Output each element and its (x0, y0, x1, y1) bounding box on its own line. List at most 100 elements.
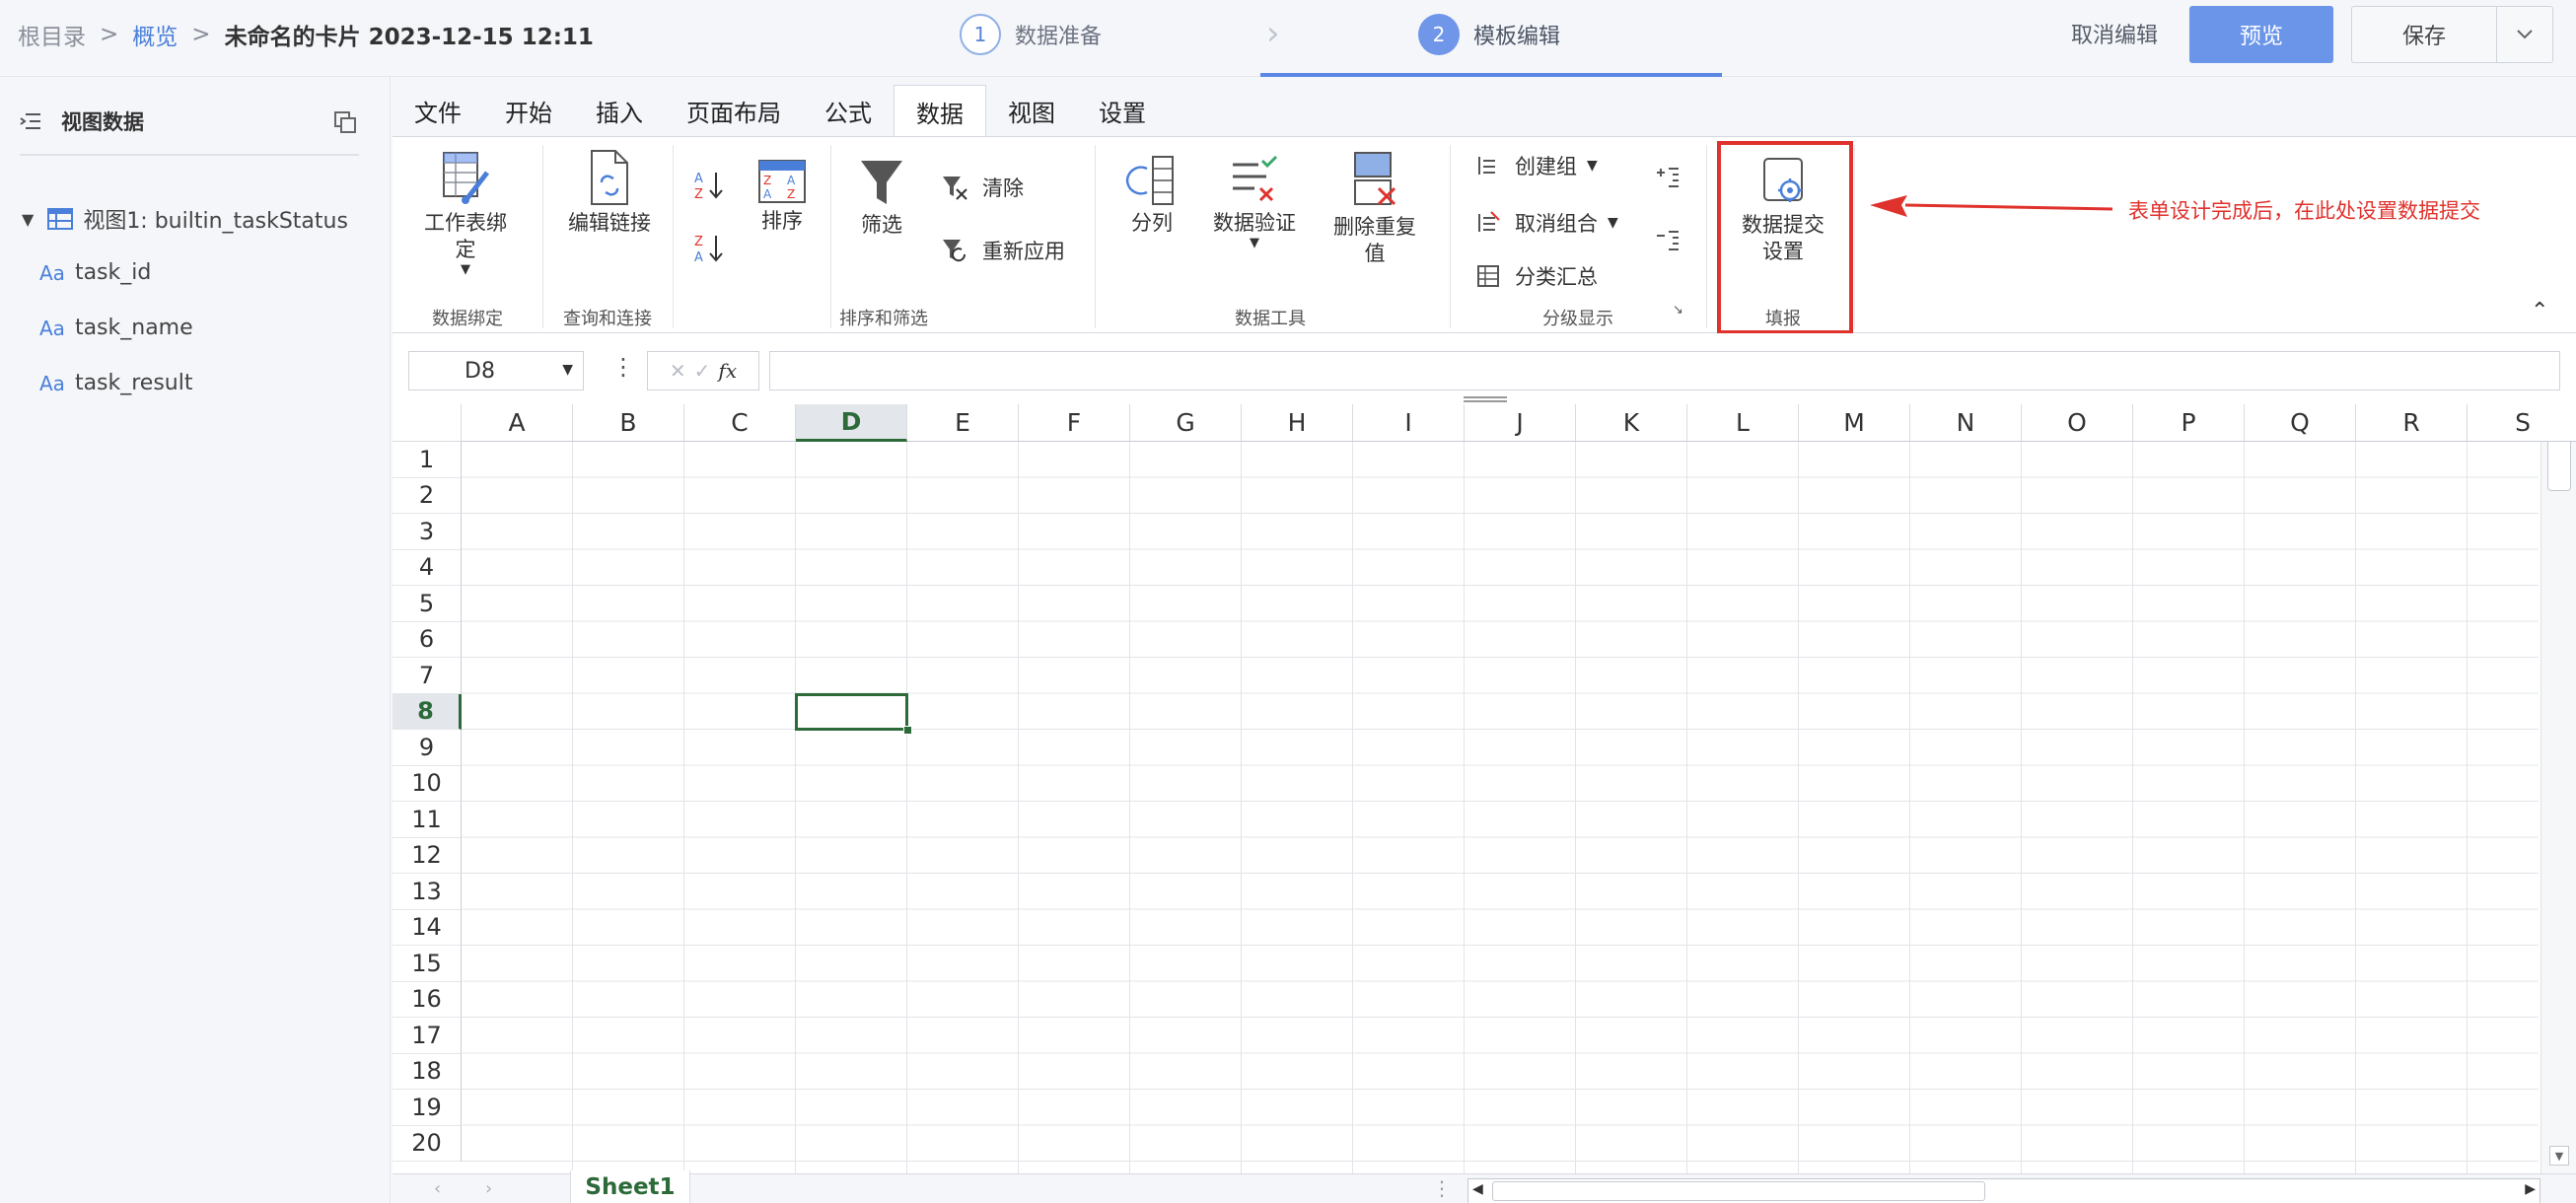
more-vertical-icon[interactable]: ⋮ (1432, 1176, 1452, 1200)
dialog-launcher-icon[interactable]: ↘ (1673, 303, 1683, 318)
column-header[interactable]: O (2022, 404, 2133, 442)
column-header[interactable]: H (1242, 404, 1353, 442)
row-header[interactable]: 13 (393, 874, 462, 910)
row-header[interactable]: 19 (393, 1090, 462, 1126)
column-header[interactable]: Q (2245, 404, 2356, 442)
column-header[interactable]: B (573, 404, 684, 442)
vertical-scrollbar[interactable]: ▲ ▼ (2540, 404, 2576, 1173)
scroll-left-icon[interactable]: ◀ (1472, 1181, 1483, 1197)
row-header[interactable]: 15 (393, 946, 462, 982)
hide-detail-icon[interactable] (1655, 228, 1682, 255)
column-header[interactable]: F (1019, 404, 1130, 442)
row-header[interactable]: 9 (393, 730, 462, 766)
column-header[interactable]: I (1353, 404, 1465, 442)
data-validation-button[interactable]: 数据验证 ▼ (1207, 155, 1302, 250)
prev-sheet-icon[interactable]: ‹ (434, 1178, 441, 1199)
row-header[interactable]: 17 (393, 1018, 462, 1054)
column-header[interactable]: G (1130, 404, 1242, 442)
row-header[interactable]: 16 (393, 981, 462, 1018)
select-all-corner[interactable] (393, 404, 462, 442)
row-header[interactable]: 3 (393, 514, 462, 550)
row-header[interactable]: 1 (393, 442, 462, 478)
column-header[interactable]: P (2133, 404, 2245, 442)
tab-data[interactable]: 数据 (894, 85, 986, 137)
insert-function-icon[interactable]: fx (718, 359, 737, 383)
ungroup-button[interactable]: 取消组合 ▼ (1475, 208, 1618, 238)
dropdown-caret-icon[interactable]: ▼ (1608, 215, 1618, 231)
scroll-thumb[interactable] (1492, 1181, 1985, 1201)
fill-handle[interactable] (903, 726, 912, 735)
tab-page-layout[interactable]: 页面布局 (665, 85, 803, 136)
column-header[interactable]: A (462, 404, 573, 442)
resize-handle[interactable] (1464, 396, 1507, 402)
scroll-down-icon[interactable]: ▼ (2549, 1146, 2569, 1166)
column-header[interactable]: S (2468, 404, 2576, 442)
scroll-right-icon[interactable]: ▶ (2525, 1181, 2536, 1197)
dropdown-caret-icon[interactable]: ▼ (562, 362, 573, 378)
column-header[interactable]: L (1687, 404, 1799, 442)
horizontal-scrollbar[interactable]: ◀ ▶ (1467, 1178, 2540, 1203)
tab-formulas[interactable]: 公式 (803, 85, 894, 136)
row-header[interactable]: 14 (393, 909, 462, 946)
row-header[interactable]: 20 (393, 1125, 462, 1162)
next-sheet-icon[interactable]: › (485, 1178, 492, 1199)
column-header[interactable]: D (796, 404, 907, 442)
collapse-ribbon-icon[interactable]: ⌃ (2531, 299, 2548, 323)
bind-sheet-button[interactable]: 工作表绑 定 ▼ (418, 149, 513, 277)
dropdown-caret-icon[interactable]: ▼ (1587, 158, 1598, 174)
column-header[interactable]: M (1799, 404, 1910, 442)
row-header[interactable]: 7 (393, 658, 462, 694)
clear-filter-button[interactable]: 清除 (941, 173, 1024, 202)
column-header[interactable]: E (907, 404, 1019, 442)
row-header[interactable]: 4 (393, 549, 462, 586)
tab-settings[interactable]: 设置 (1077, 85, 1168, 136)
step-data-prep[interactable]: 1 数据准备 (960, 14, 1102, 55)
row-header[interactable]: 12 (393, 837, 462, 874)
reapply-filter-button[interactable]: 重新应用 (941, 236, 1065, 265)
list-icon[interactable] (20, 111, 41, 131)
create-group-button[interactable]: 创建组 ▼ (1475, 151, 1598, 180)
breadcrumb-overview[interactable]: 概览 (132, 18, 178, 51)
sidebar-field-task-name[interactable]: Aa task_name (39, 316, 193, 340)
active-cell[interactable] (795, 692, 912, 735)
filter-button[interactable]: 筛选 (844, 159, 919, 239)
column-header[interactable]: R (2356, 404, 2468, 442)
sidebar-field-task-result[interactable]: Aa task_result (39, 371, 193, 395)
tab-home[interactable]: 开始 (483, 85, 574, 136)
save-dropdown-button[interactable] (2496, 6, 2553, 63)
row-header[interactable]: 18 (393, 1053, 462, 1090)
save-button[interactable]: 保存 (2351, 6, 2497, 63)
cell-area[interactable] (462, 442, 2539, 1173)
row-header[interactable]: 2 (393, 477, 462, 514)
tab-view[interactable]: 视图 (986, 85, 1077, 136)
sidebar-view-item[interactable]: ▼ 视图1: builtin_taskStatus (22, 203, 348, 235)
row-header[interactable]: 5 (393, 586, 462, 622)
formula-input[interactable] (769, 351, 2560, 390)
subtotal-button[interactable]: 分类汇总 (1475, 261, 1598, 291)
cancel-formula-icon[interactable]: ✕ (670, 359, 686, 383)
more-vertical-icon[interactable]: ⋮ (611, 353, 635, 381)
sort-ascending-icon[interactable]: AZ (692, 169, 726, 202)
remove-duplicates-button[interactable]: 删除重复 值 (1325, 151, 1424, 267)
cell-reference-box[interactable]: D8 ▼ (408, 351, 584, 390)
step-template-edit[interactable]: 2 模板编辑 (1418, 14, 1560, 55)
show-detail-icon[interactable] (1655, 165, 1682, 192)
breadcrumb-root[interactable]: 根目录 (18, 18, 86, 51)
expand-triangle-icon[interactable]: ▼ (22, 210, 34, 229)
column-header[interactable]: C (684, 404, 796, 442)
copy-icon[interactable] (333, 110, 357, 134)
tab-file[interactable]: 文件 (393, 85, 483, 136)
sort-descending-icon[interactable]: ZA (692, 232, 726, 265)
sheet-tab[interactable]: Sheet1 (570, 1170, 690, 1203)
column-header[interactable]: J (1465, 404, 1576, 442)
row-header[interactable]: 6 (393, 621, 462, 658)
row-header[interactable]: 8 (393, 693, 462, 730)
column-header[interactable]: K (1576, 404, 1687, 442)
scroll-thumb[interactable] (2547, 434, 2571, 491)
tab-insert[interactable]: 插入 (574, 85, 665, 136)
row-header[interactable]: 10 (393, 765, 462, 802)
split-columns-button[interactable]: 分列 (1116, 155, 1187, 237)
edit-links-button[interactable]: 编辑链接 (562, 149, 657, 237)
preview-button[interactable]: 预览 (2189, 6, 2333, 63)
column-header[interactable]: N (1910, 404, 2022, 442)
